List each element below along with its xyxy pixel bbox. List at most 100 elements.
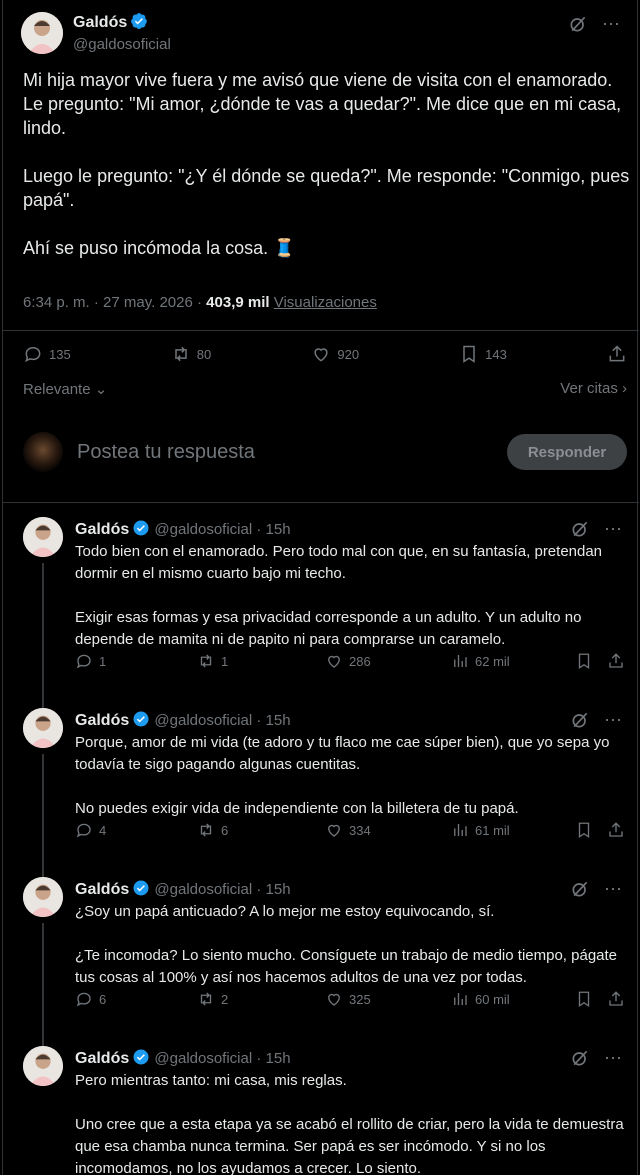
- bookmark-button[interactable]: [575, 990, 593, 1008]
- reply-handle[interactable]: @galdosoficial: [154, 712, 252, 729]
- reply-author-name[interactable]: Galdós: [75, 712, 129, 729]
- like-button[interactable]: 325: [325, 990, 371, 1008]
- bookmark-icon: [578, 822, 590, 839]
- avatar[interactable]: [23, 877, 63, 917]
- reply-text: ¿Soy un papá anticuado? A lo mejor me es…: [75, 901, 630, 989]
- reply-author-name[interactable]: Galdós: [75, 881, 129, 898]
- reply-time[interactable]: 15h: [266, 1050, 291, 1067]
- like-icon: [328, 655, 340, 668]
- reply-item[interactable]: Galdós @galdosoficial · 15h ⋯ Pero mient…: [3, 1030, 639, 1175]
- like-icon: [328, 993, 340, 1006]
- reply-author-name[interactable]: Galdós: [75, 1050, 129, 1067]
- share-icon: [609, 653, 623, 668]
- reply-handle[interactable]: @galdosoficial: [154, 1050, 252, 1067]
- grok-icon[interactable]: [570, 710, 590, 730]
- reply-author-name[interactable]: Galdós: [75, 521, 129, 538]
- repost-button[interactable]: 1: [197, 652, 228, 670]
- views-count: 61 mil: [475, 822, 510, 838]
- reply-text: Todo bien con el enamorado. Pero todo ma…: [75, 541, 630, 651]
- more-icon[interactable]: ⋯: [602, 15, 621, 33]
- avatar[interactable]: [23, 708, 63, 748]
- sort-dropdown[interactable]: Relevante ⌄: [23, 380, 107, 398]
- like-icon: [314, 348, 328, 362]
- reply-composer: Postea tu respuesta Responder: [23, 428, 627, 476]
- avatar[interactable]: [23, 1046, 63, 1086]
- reply-count: 6: [99, 991, 107, 1007]
- bookmark-button[interactable]: [575, 652, 593, 670]
- bookmark-button[interactable]: [575, 821, 593, 839]
- verified-badge-icon: [131, 13, 148, 30]
- share-button[interactable]: [607, 652, 625, 670]
- reply-count: 4: [99, 822, 107, 838]
- views-label[interactable]: Visualizaciones: [274, 294, 377, 311]
- views-icon: [454, 824, 467, 836]
- share-icon: [609, 345, 625, 362]
- more-icon[interactable]: ⋯: [604, 880, 623, 898]
- views-button[interactable]: 60 mil: [451, 990, 510, 1008]
- reply-button[interactable]: 6: [75, 990, 106, 1008]
- views-button[interactable]: 61 mil: [451, 821, 510, 839]
- post-meta: 6:34 p. m. · 27 may. 2026 · 403,9 mil Vi…: [23, 294, 377, 311]
- quotes-link[interactable]: Ver citas ›: [560, 380, 627, 398]
- more-icon[interactable]: ⋯: [604, 711, 623, 729]
- repost-button[interactable]: 80: [171, 344, 211, 364]
- thread-line: [42, 861, 44, 877]
- reply-submit-button[interactable]: Responder: [507, 434, 627, 470]
- share-button[interactable]: [607, 821, 625, 839]
- verified-badge-icon: [133, 880, 149, 896]
- grok-icon[interactable]: [568, 14, 588, 34]
- share-icon: [609, 822, 623, 837]
- more-icon[interactable]: ⋯: [604, 520, 623, 538]
- more-icon[interactable]: ⋯: [604, 1049, 623, 1067]
- thread-line: [42, 754, 44, 878]
- sort-row: Relevante ⌄ Ver citas ›: [23, 380, 627, 398]
- avatar[interactable]: [21, 12, 63, 54]
- post-paragraph: Luego le pregunto: "¿Y él dónde se queda…: [23, 166, 630, 210]
- grok-icon[interactable]: [570, 1048, 590, 1068]
- grok-icon[interactable]: [570, 519, 590, 539]
- like-count: 325: [349, 991, 371, 1007]
- views-icon: [454, 655, 467, 667]
- reply-item[interactable]: Galdós @galdosoficial · 15h ⋯ ¿Soy un pa…: [3, 861, 639, 1047]
- reply-button[interactable]: 4: [75, 821, 106, 839]
- bookmark-count: 143: [485, 346, 507, 362]
- reply-paragraph: Pero mientras tanto: mi casa, mis reglas…: [75, 1072, 347, 1089]
- sort-label: Relevante: [23, 381, 91, 398]
- reply-button[interactable]: 135: [23, 344, 71, 364]
- reply-item[interactable]: Galdós @galdosoficial · 15h ⋯ Todo bien …: [3, 517, 639, 698]
- repost-button[interactable]: 6: [197, 821, 228, 839]
- reply-time[interactable]: 15h: [266, 712, 291, 729]
- repost-button[interactable]: 2: [197, 990, 228, 1008]
- share-button[interactable]: [607, 990, 625, 1008]
- author-name[interactable]: Galdós: [73, 14, 127, 31]
- grok-icon[interactable]: [570, 879, 590, 899]
- reply-item[interactable]: Galdós @galdosoficial · 15h ⋯ Porque, am…: [3, 692, 639, 878]
- views-button[interactable]: 62 mil: [451, 652, 510, 670]
- reply-handle[interactable]: @galdosoficial: [154, 881, 252, 898]
- share-button[interactable]: [607, 344, 627, 364]
- reply-paragraph: No puedes exigir vida de independiente c…: [75, 800, 519, 817]
- reply-input[interactable]: Postea tu respuesta: [77, 441, 507, 464]
- like-button[interactable]: 334: [325, 821, 371, 839]
- reply-button[interactable]: 1: [75, 652, 106, 670]
- reply-time[interactable]: 15h: [266, 881, 291, 898]
- bookmark-button[interactable]: 143: [459, 344, 507, 364]
- like-button[interactable]: 920: [311, 344, 359, 364]
- share-icon: [609, 991, 623, 1006]
- author-handle[interactable]: @galdosoficial: [73, 36, 171, 53]
- repost-count: 6: [221, 822, 229, 838]
- reply-icon: [76, 992, 91, 1007]
- avatar[interactable]: [23, 517, 63, 557]
- post-time[interactable]: 6:34 p. m.: [23, 294, 90, 311]
- like-button[interactable]: 286: [325, 652, 371, 670]
- reply-handle[interactable]: @galdosoficial: [154, 521, 252, 538]
- repost-count: 1: [221, 653, 229, 669]
- reply-count: 1: [99, 653, 107, 669]
- post-date[interactable]: 27 may. 2026: [103, 294, 193, 311]
- repost-count: 2: [221, 991, 229, 1007]
- reply-time[interactable]: 15h: [266, 521, 291, 538]
- repost-icon: [200, 654, 212, 668]
- reply-text: Porque, amor de mi vida (te adoro y tu f…: [75, 732, 630, 820]
- user-avatar[interactable]: [23, 432, 63, 472]
- repost-count: 80: [196, 346, 212, 362]
